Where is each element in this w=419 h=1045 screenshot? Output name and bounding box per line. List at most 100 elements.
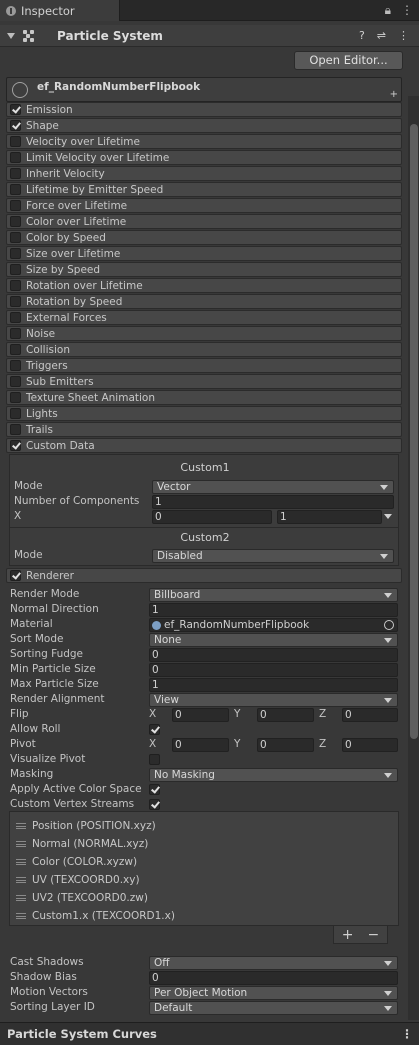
preset-icon[interactable]: ⇌ (377, 29, 386, 42)
renderer-checkbox[interactable] (10, 570, 21, 581)
sorting-layer-dropdown[interactable]: Default (149, 1001, 398, 1015)
module-checkbox[interactable] (10, 424, 21, 435)
module-checkbox[interactable] (10, 152, 21, 163)
stream-item[interactable]: Position (POSITION.xyz) (16, 820, 156, 832)
foldout-arrow-icon[interactable] (7, 32, 15, 39)
components-field[interactable]: 1 (152, 495, 394, 509)
module-row[interactable]: Sub Emitters (6, 374, 402, 389)
module-checkbox[interactable] (10, 392, 21, 403)
module-checkbox[interactable] (10, 216, 21, 227)
open-editor-button[interactable]: Open Editor... (294, 51, 403, 70)
visualize-pivot-checkbox[interactable] (149, 754, 160, 765)
module-renderer[interactable]: Renderer (6, 568, 402, 583)
component-menu-icon[interactable]: ⋮ (398, 29, 409, 42)
module-row[interactable]: Inherit Velocity (6, 166, 402, 181)
remove-stream-button[interactable]: − (368, 927, 380, 943)
module-checkbox[interactable] (10, 248, 21, 259)
add-stream-button[interactable]: + (342, 927, 354, 943)
masking-dropdown[interactable]: No Masking (149, 768, 398, 782)
module-row[interactable]: Rotation by Speed (6, 294, 402, 309)
module-checkbox[interactable] (10, 344, 21, 355)
stream-item[interactable]: UV (TEXCOORD0.xy) (16, 874, 140, 886)
render-mode-dropdown[interactable]: Billboard (149, 588, 398, 602)
module-row[interactable]: Emission (6, 102, 402, 117)
module-checkbox[interactable] (10, 232, 21, 243)
drag-handle-icon[interactable] (16, 841, 26, 847)
scrollbar[interactable] (408, 96, 419, 1020)
particle-system-header[interactable]: ef_RandomNumberFlipbook + (6, 77, 402, 102)
shadow-bias-field[interactable]: 0 (149, 971, 398, 985)
stream-item[interactable]: UV2 (TEXCOORD0.zw) (16, 892, 148, 904)
sort-mode-dropdown[interactable]: None (149, 633, 398, 647)
module-row[interactable]: Texture Sheet Animation (6, 390, 402, 405)
vertex-streams-checkbox[interactable] (149, 799, 160, 810)
module-row[interactable]: Color over Lifetime (6, 214, 402, 229)
module-row[interactable]: Size over Lifetime (6, 246, 402, 261)
module-checkbox[interactable] (10, 136, 21, 147)
particle-system-curves-header[interactable]: Particle System Curves ⋮ (0, 1022, 419, 1045)
normal-direction-field[interactable]: 1 (149, 603, 398, 617)
module-row[interactable]: Collision (6, 342, 402, 357)
module-checkbox[interactable] (10, 184, 21, 195)
module-row[interactable]: Trails (6, 422, 402, 437)
motion-vectors-dropdown[interactable]: Per Object Motion (149, 986, 398, 1000)
more-options-icon[interactable]: ⋮ (401, 1027, 413, 1041)
pivot-x-field[interactable]: 0 (172, 738, 229, 752)
module-checkbox[interactable] (10, 200, 21, 211)
stream-item[interactable]: Custom1.x (TEXCOORD1.x) (16, 910, 175, 922)
material-field[interactable]: ef_RandomNumberFlipbook (149, 618, 398, 632)
color-space-checkbox[interactable] (149, 784, 160, 795)
lock-icon[interactable]: 🔒︎ (385, 3, 391, 18)
module-checkbox[interactable] (10, 280, 21, 291)
custom2-mode-dropdown[interactable]: Disabled (152, 549, 394, 563)
module-row[interactable]: Velocity over Lifetime (6, 134, 402, 149)
module-checkbox[interactable] (10, 120, 21, 131)
module-row[interactable]: Lights (6, 406, 402, 421)
scrollbar-thumb[interactable] (410, 124, 418, 739)
object-picker-icon[interactable] (384, 620, 394, 630)
more-options-icon[interactable]: ⋮ (401, 3, 413, 18)
min-particle-size-field[interactable]: 0 (149, 663, 398, 677)
allow-roll-checkbox[interactable] (149, 724, 160, 735)
stream-item[interactable]: Normal (NORMAL.xyz) (16, 838, 148, 850)
module-row[interactable]: Lifetime by Emitter Speed (6, 182, 402, 197)
module-checkbox[interactable] (10, 328, 21, 339)
help-icon[interactable]: ? (359, 29, 365, 42)
module-row[interactable]: Rotation over Lifetime (6, 278, 402, 293)
component-header[interactable]: Particle System ? ⇌ ⋮ (0, 25, 419, 47)
custom1-mode-dropdown[interactable]: Vector (152, 480, 394, 494)
flip-y-field[interactable]: 0 (257, 708, 314, 722)
module-checkbox[interactable] (10, 360, 21, 371)
module-checkbox[interactable] (10, 264, 21, 275)
pivot-y-field[interactable]: 0 (257, 738, 314, 752)
cast-shadows-dropdown[interactable]: Off (149, 956, 398, 970)
tab-inspector[interactable]: Inspector (0, 0, 120, 21)
add-system-button[interactable]: + (390, 89, 398, 100)
sorting-fudge-field[interactable]: 0 (149, 648, 398, 662)
drag-handle-icon[interactable] (16, 895, 26, 901)
stream-item[interactable]: Color (COLOR.xyzw) (16, 856, 137, 868)
module-row[interactable]: External Forces (6, 310, 402, 325)
module-row[interactable]: Triggers (6, 358, 402, 373)
module-row[interactable]: Shape (6, 118, 402, 133)
module-row[interactable]: Limit Velocity over Lifetime (6, 150, 402, 165)
drag-handle-icon[interactable] (16, 823, 26, 829)
custom1-x-min-field[interactable]: 0 (152, 510, 272, 524)
module-row[interactable]: Force over Lifetime (6, 198, 402, 213)
module-checkbox[interactable] (10, 312, 21, 323)
drag-handle-icon[interactable] (16, 859, 26, 865)
curve-mode-dropdown-icon[interactable] (384, 514, 392, 519)
module-checkbox[interactable] (10, 440, 21, 451)
module-row[interactable]: Custom Data (6, 438, 402, 453)
custom1-x-max-field[interactable]: 1 (277, 510, 382, 524)
module-checkbox[interactable] (10, 376, 21, 387)
module-checkbox[interactable] (10, 168, 21, 179)
module-checkbox[interactable] (10, 408, 21, 419)
pivot-z-field[interactable]: 0 (342, 738, 398, 752)
module-row[interactable]: Color by Speed (6, 230, 402, 245)
drag-handle-icon[interactable] (16, 913, 26, 919)
module-row[interactable]: Size by Speed (6, 262, 402, 277)
module-checkbox[interactable] (10, 104, 21, 115)
render-alignment-dropdown[interactable]: View (149, 693, 398, 707)
flip-z-field[interactable]: 0 (342, 708, 398, 722)
